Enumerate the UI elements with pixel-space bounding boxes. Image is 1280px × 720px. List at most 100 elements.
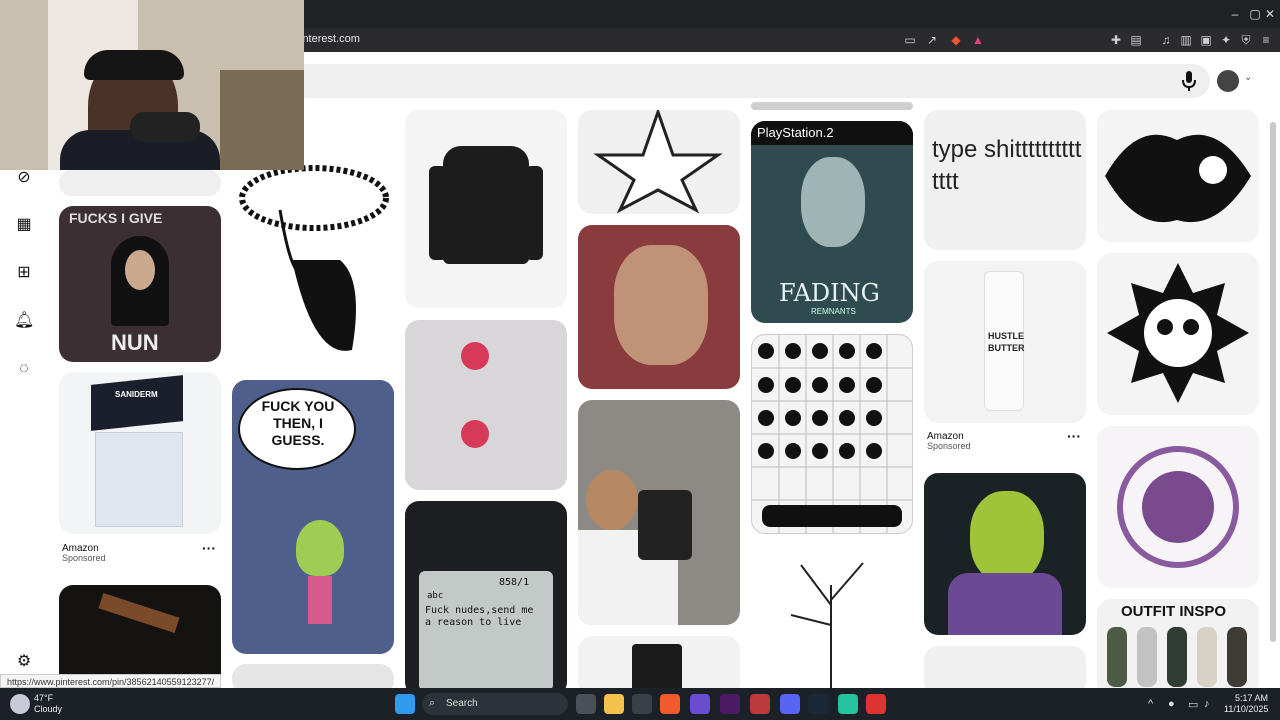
gas-mask-drawing: [1107, 263, 1249, 403]
app-icon[interactable]: [838, 694, 858, 714]
volume-icon[interactable]: ♪: [1204, 698, 1210, 710]
ps2-subtitle: REMNANTS: [811, 307, 856, 316]
pin-dark-photo[interactable]: [59, 585, 221, 688]
weather-desc: Cloudy: [34, 704, 63, 714]
clock-time: 5:17 AM: [1234, 693, 1268, 703]
task-view-icon[interactable]: [576, 694, 596, 714]
hustle-line2: BUTTER: [988, 343, 1025, 353]
close-button[interactable]: ✕: [1255, 4, 1280, 24]
app-icon[interactable]: [866, 694, 886, 714]
sponsored-label: Sponsored: [62, 553, 106, 563]
zim-speech: FUCK YOU THEN, I GUESS.: [261, 398, 335, 448]
pin-nun[interactable]: FUCKS I GIVE NUN: [59, 206, 221, 362]
brave-browser-icon[interactable]: [660, 694, 680, 714]
pin-purple-emblem[interactable]: [1097, 426, 1259, 588]
weather-temp: 47°F: [34, 693, 54, 703]
pin-hustle-butter[interactable]: HUSTLE BUTTER: [924, 261, 1086, 423]
wallet-icon[interactable]: ▣: [1198, 32, 1214, 48]
chevron-down-icon[interactable]: ⌄: [1244, 72, 1252, 83]
explore-icon[interactable]: ⊘: [14, 168, 34, 188]
graffiti-grid: [752, 335, 912, 533]
microphone-icon[interactable]: [1180, 70, 1198, 92]
clock[interactable]: 5:17 AM 11/10/2025: [1224, 693, 1268, 715]
pin-gas-mask[interactable]: [1097, 253, 1259, 415]
pin-hoodie[interactable]: [405, 110, 567, 308]
notifications-icon[interactable]: 🔔︎: [14, 311, 34, 331]
pin-ps2-fading[interactable]: PlayStation.2 FADING REMNANTS: [751, 121, 913, 323]
pin-green-hair[interactable]: [924, 473, 1086, 635]
pin-bottom-partial[interactable]: [232, 664, 394, 688]
pin-zim[interactable]: FUCK YOU THEN, I GUESS.: [232, 380, 394, 654]
taskbar-search[interactable]: ⌕ Search: [422, 693, 568, 715]
taskbar: 47°F Cloudy ⌕ Search ^ ● ▭ ♪ 5:17 AM 11/…: [0, 688, 1280, 720]
cursor-app-icon[interactable]: [632, 694, 652, 714]
network-icon[interactable]: ▭: [1188, 698, 1198, 711]
nun-top-text: FUCKS I GIVE: [69, 210, 163, 226]
microphone-icon[interactable]: ●: [1168, 698, 1175, 710]
weather-widget[interactable]: 47°F Cloudy: [34, 693, 62, 715]
leo-icon[interactable]: ✦: [1218, 32, 1234, 48]
pin-phone[interactable]: 858/1 abc Fuck nudes,send me a reason to…: [405, 501, 567, 688]
pin-star[interactable]: [578, 110, 740, 214]
settings-icon[interactable]: ⚙: [14, 652, 34, 672]
ps2-brand: PlayStation.2: [757, 125, 834, 140]
lips-drawing: [1105, 134, 1251, 223]
phone-counter: 858/1: [499, 577, 530, 588]
type-text: type shitttttttttttttt: [932, 136, 1082, 195]
boards-icon[interactable]: ▦: [14, 215, 34, 235]
pin-skull-lips[interactable]: [1097, 110, 1259, 242]
pin-mad-rabbit[interactable]: [578, 636, 740, 688]
reader-icon[interactable]: ▤: [1128, 32, 1144, 48]
file-explorer-icon[interactable]: [604, 694, 624, 714]
star-drawing: [593, 110, 723, 214]
pin-type-text[interactable]: type shitttttttttttttt: [924, 110, 1086, 250]
create-icon[interactable]: ⊞: [14, 263, 34, 283]
pin-partial-top[interactable]: [751, 102, 913, 110]
tree-drawing: [790, 562, 864, 688]
taskbar-search-label: Search: [446, 698, 478, 709]
search-input[interactable]: [290, 64, 1210, 98]
pin-leopard[interactable]: [578, 225, 740, 389]
discord-icon[interactable]: [780, 694, 800, 714]
messages-icon[interactable]: ◌: [14, 359, 34, 379]
app-icon[interactable]: [720, 694, 740, 714]
vpn-icon[interactable]: ⛨: [1238, 32, 1254, 48]
pin-graffiti-alphabet[interactable]: [751, 334, 913, 534]
pin-outfit-inspo[interactable]: OUTFIT INSPO: [1097, 599, 1259, 688]
hustle-line1: HUSTLE: [988, 331, 1024, 341]
sidebar-toggle-icon[interactable]: ▥: [1178, 32, 1194, 48]
pin-sketch-tree[interactable]: [751, 545, 913, 688]
pin-anime-hands[interactable]: [405, 320, 567, 490]
menu-icon[interactable]: ≡: [1258, 32, 1274, 48]
cast-icon[interactable]: ▭: [902, 32, 918, 48]
brave-shield-icon[interactable]: ◆: [948, 32, 964, 48]
ps2-title: FADING: [779, 279, 880, 307]
extensions-icon[interactable]: ✚: [1108, 32, 1124, 48]
windows-start-icon[interactable]: [395, 694, 415, 714]
app-icon[interactable]: [690, 694, 710, 714]
nun-bottom-text: NUN: [111, 330, 159, 355]
app-icon[interactable]: [750, 694, 770, 714]
outfit-text: OUTFIT INSPO: [1121, 603, 1226, 620]
pin-car-photo[interactable]: [578, 400, 740, 625]
status-url: https://www.pinterest.com/pin/3856214055…: [0, 674, 222, 688]
chevron-up-icon[interactable]: ^: [1148, 698, 1153, 710]
scrollbar[interactable]: [1270, 122, 1276, 642]
pin-top-partial[interactable]: [59, 170, 221, 196]
phone-abc: abc: [427, 591, 444, 601]
more-options-icon[interactable]: ···: [202, 540, 216, 556]
brave-rewards-icon[interactable]: ▲: [970, 32, 986, 48]
pin-saniderm[interactable]: SANIDERM: [59, 372, 221, 534]
url-text[interactable]: interest.com: [300, 33, 360, 45]
weather-icon[interactable]: [10, 694, 30, 714]
share-icon[interactable]: ↗: [924, 32, 940, 48]
avatar[interactable]: [1217, 70, 1239, 92]
music-icon[interactable]: ♫: [1158, 32, 1174, 48]
saniderm-text: SANIDERM: [115, 390, 158, 399]
more-options-icon[interactable]: ···: [1067, 428, 1081, 444]
clock-date: 11/10/2025: [1224, 704, 1269, 714]
pin-bottom-partial-2[interactable]: [924, 646, 1086, 688]
steam-icon[interactable]: [808, 694, 828, 714]
emblem-drawing: [1117, 446, 1239, 568]
sponsored-label: Sponsored: [927, 441, 971, 451]
